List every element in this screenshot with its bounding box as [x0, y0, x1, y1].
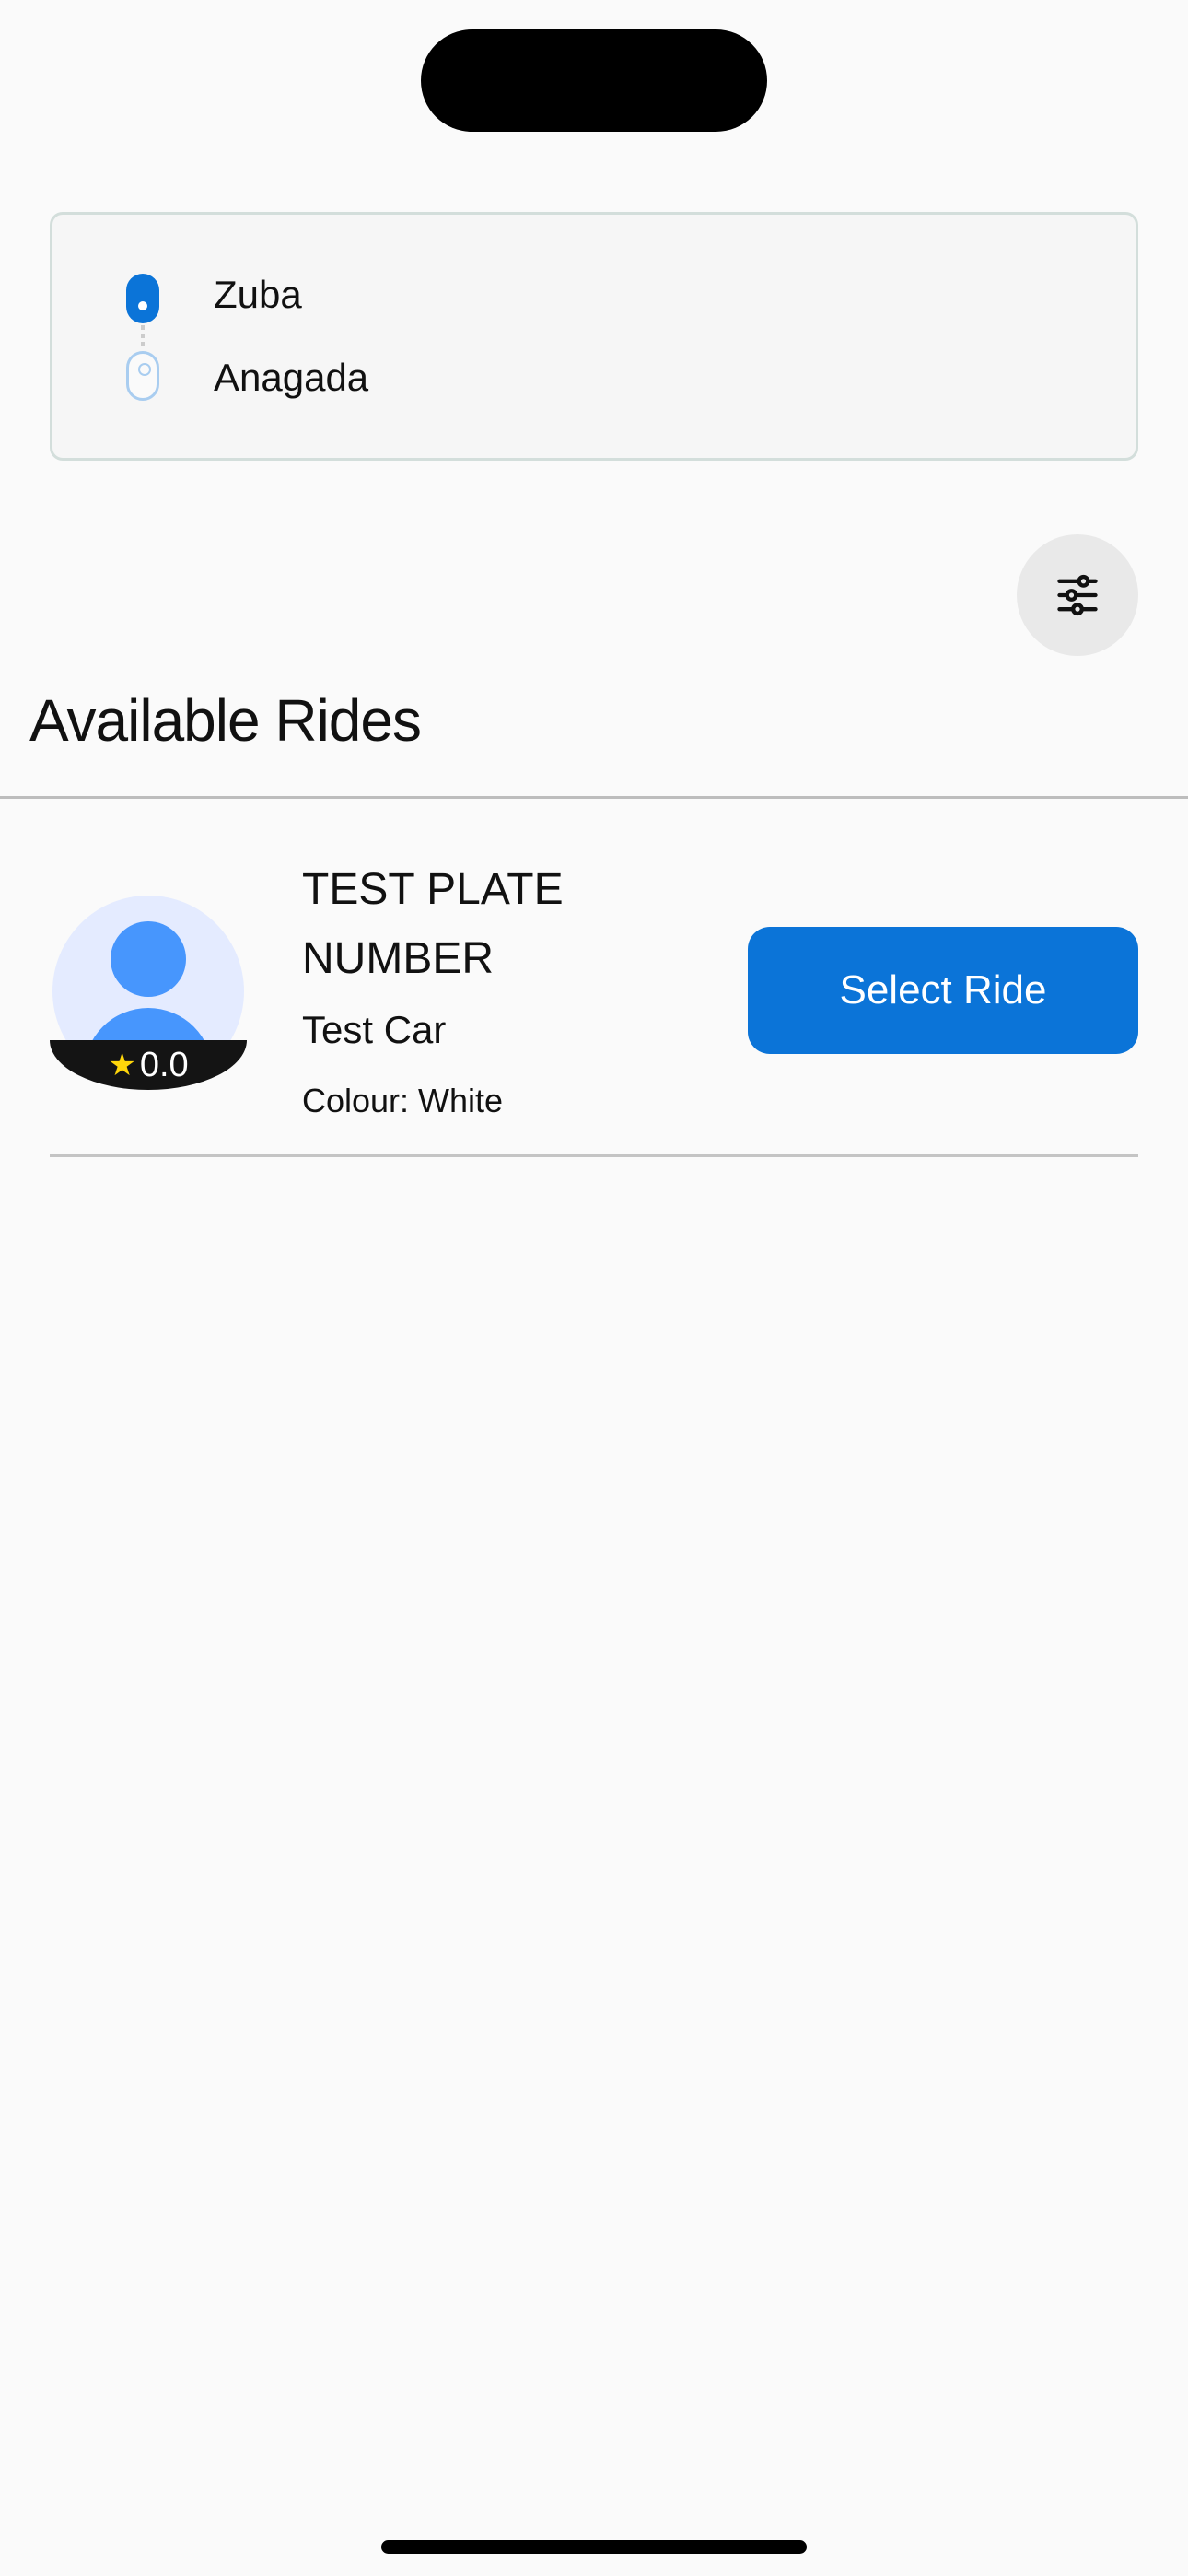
route-connector — [141, 325, 145, 349]
filter-button[interactable] — [1017, 534, 1138, 656]
dropoff-pin-icon — [126, 351, 159, 401]
route-card[interactable]: Zuba Anagada — [50, 212, 1138, 461]
rating-badge: ★ 0.0 — [50, 1040, 247, 1090]
pickup-location[interactable]: Zuba — [214, 272, 302, 318]
car-model: Test Car — [302, 1008, 447, 1051]
divider — [0, 796, 1188, 799]
pickup-pin-icon — [126, 274, 159, 323]
plate-number: TEST PLATE NUMBER — [302, 865, 564, 983]
page-title: Available Rides — [29, 687, 422, 754]
rating-value: 0.0 — [139, 1045, 189, 1084]
dropoff-location[interactable]: Anagada — [214, 355, 368, 401]
star-icon: ★ — [108, 1048, 136, 1083]
select-ride-button[interactable]: Select Ride — [748, 927, 1138, 1054]
divider — [50, 1154, 1138, 1157]
dynamic-island — [421, 29, 767, 132]
car-colour: Colour: White — [302, 1082, 504, 1119]
home-indicator[interactable] — [381, 2540, 807, 2554]
sliders-icon — [1057, 574, 1098, 616]
avatar-head — [111, 921, 186, 997]
